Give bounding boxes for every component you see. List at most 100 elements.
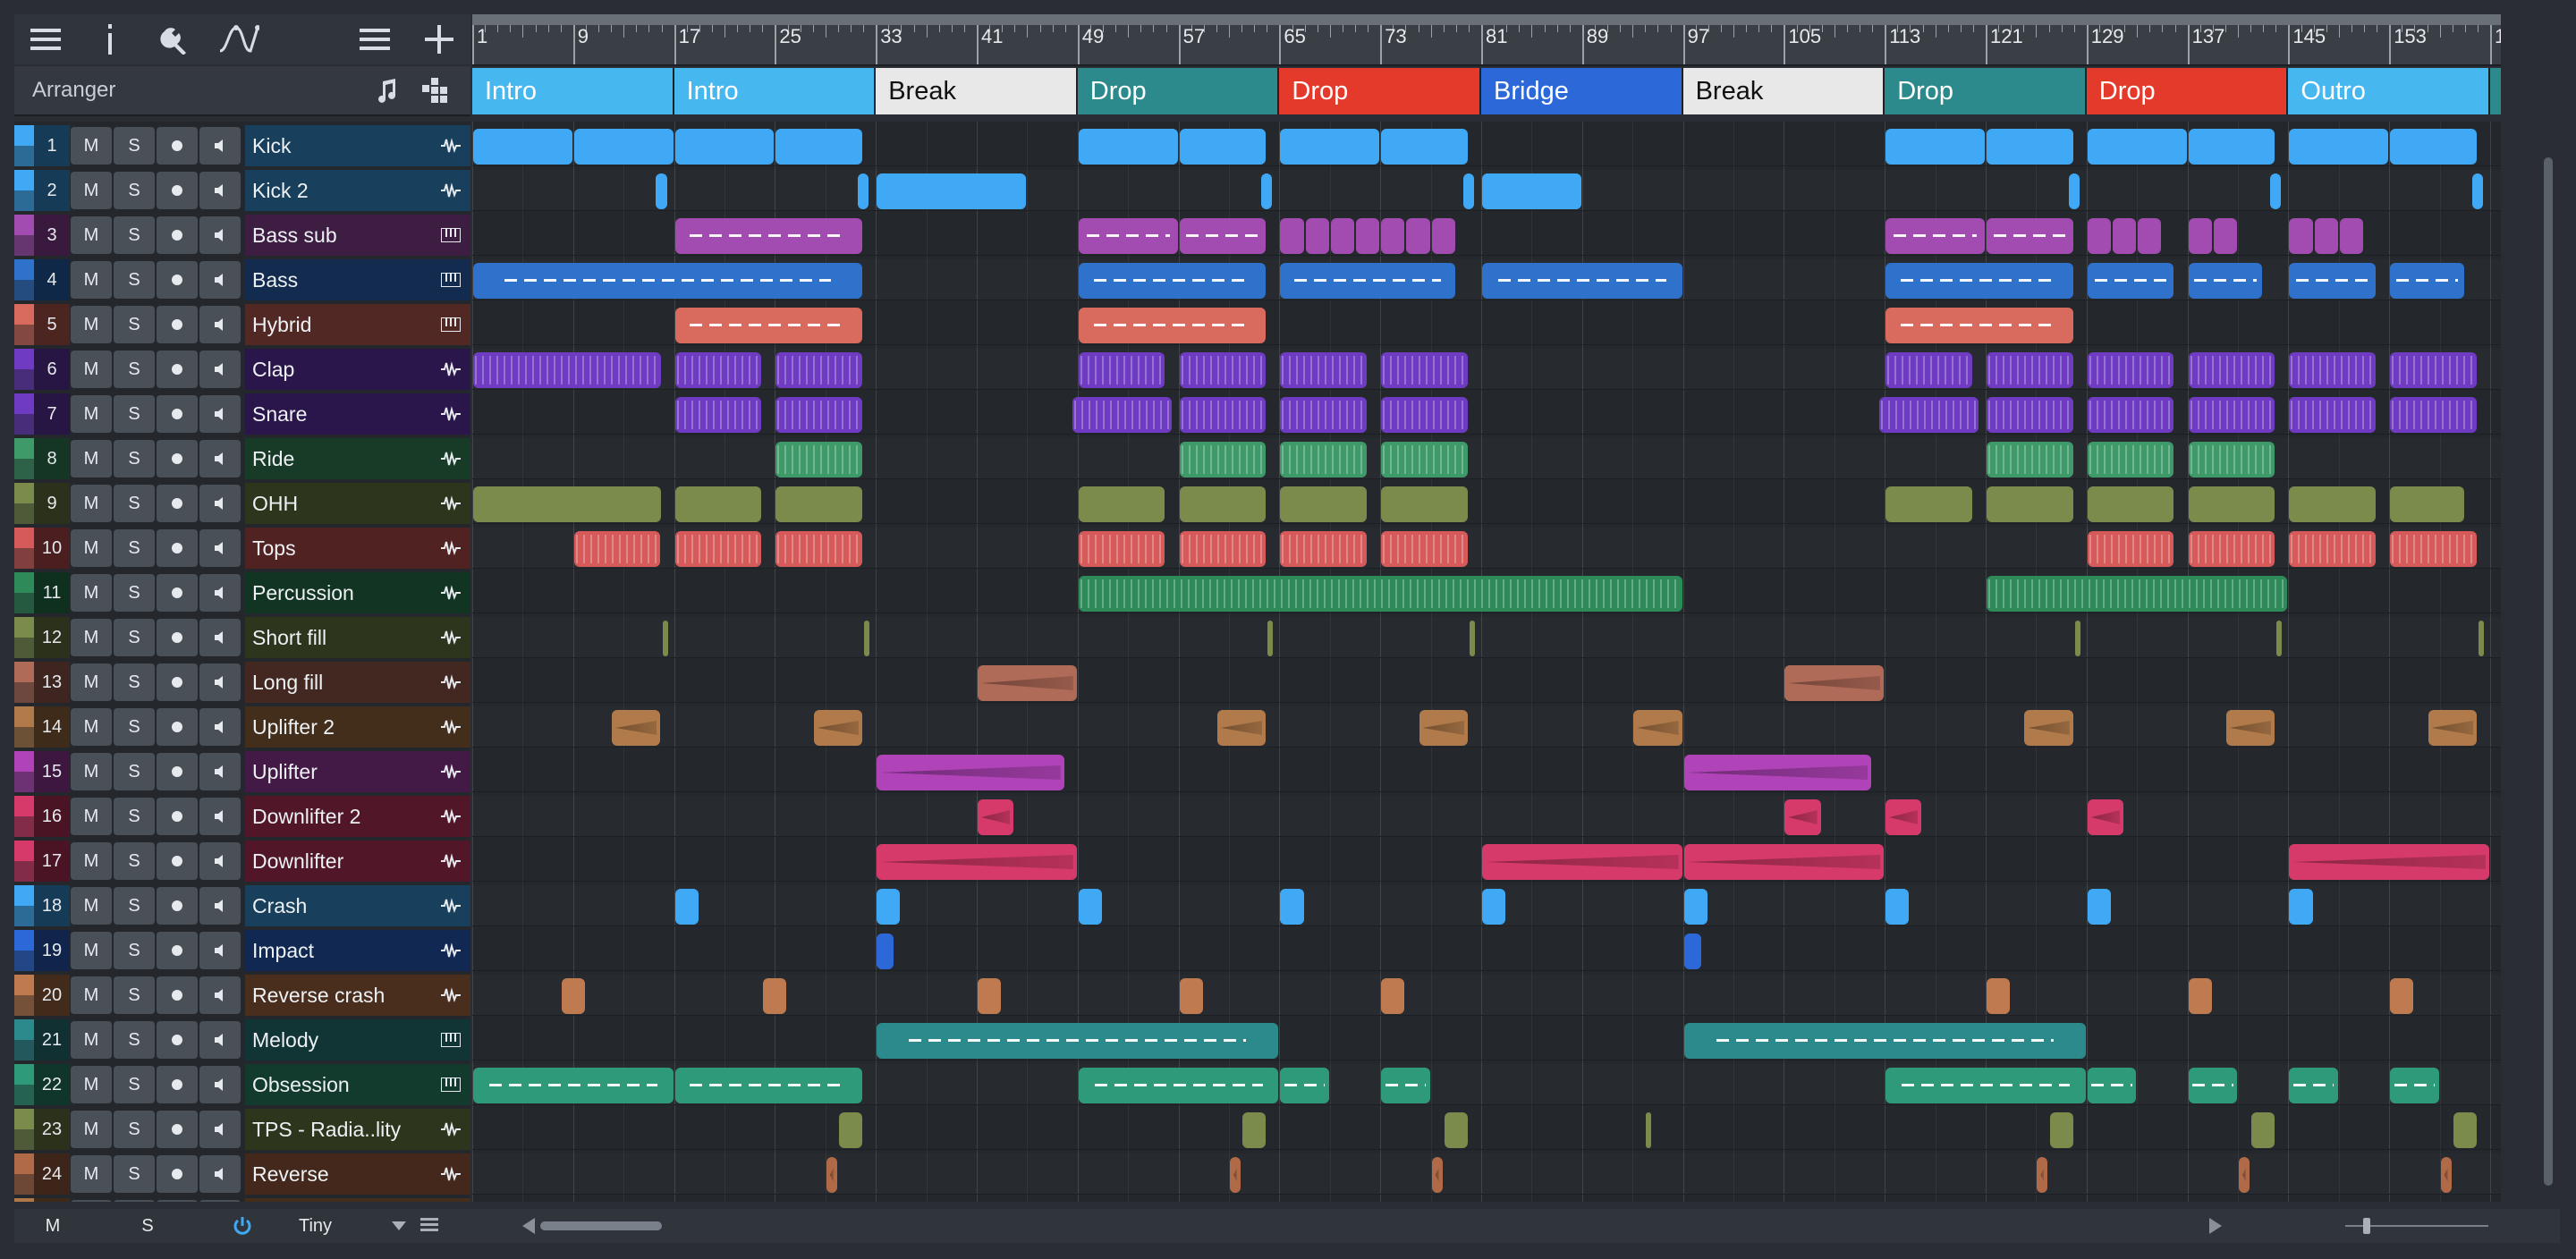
track-row[interactable]: 20 M S Reverse crash [14,975,470,1016]
track-lane[interactable] [472,1019,2501,1060]
clip[interactable] [674,352,762,388]
clip[interactable] [2087,129,2187,165]
automation-icon[interactable] [218,19,259,60]
scroll-left-icon[interactable] [522,1218,535,1234]
track-row[interactable]: 22 M S Obsession [14,1064,470,1105]
record-arm-icon[interactable] [157,619,198,656]
clip[interactable] [1381,397,1468,433]
monitor-icon[interactable] [199,306,241,343]
track-color-swatch[interactable] [14,528,34,569]
mute-button[interactable]: M [71,619,112,656]
record-arm-icon[interactable] [157,1111,198,1148]
clip[interactable] [2289,218,2313,254]
clip[interactable] [1444,1112,1468,1148]
section-break[interactable]: Break [876,68,1078,114]
clip[interactable] [1406,218,1430,254]
clip[interactable] [838,1112,863,1148]
track-name[interactable]: Kick [252,134,291,158]
clip[interactable] [2188,218,2212,254]
clip[interactable] [1683,889,1707,925]
clip[interactable] [1216,710,1267,746]
horizontal-scroll-thumb[interactable] [540,1221,662,1230]
track-name[interactable]: Reverse [252,1162,329,1187]
clip[interactable] [2314,218,2338,254]
clip[interactable] [2339,218,2363,254]
clip[interactable] [2390,129,2477,165]
track-lane[interactable] [472,1198,2501,1202]
track-color-swatch[interactable] [14,841,34,882]
clip[interactable] [2087,397,2174,433]
track-color-swatch[interactable] [14,1019,34,1060]
solo-button[interactable]: S [114,1111,155,1148]
monitor-icon[interactable] [199,529,241,567]
clip[interactable] [2213,218,2237,254]
clip[interactable] [674,397,762,433]
monitor-icon[interactable] [199,172,241,209]
clip[interactable] [1431,218,1455,254]
add-track-icon[interactable] [419,19,460,60]
section-drop[interactable]: Drop [1885,68,2087,114]
clip[interactable] [2074,621,2080,656]
clip[interactable] [1885,799,1922,835]
record-arm-icon[interactable] [157,306,198,343]
clip[interactable] [2049,1112,2073,1148]
zoom-slider[interactable] [2327,1214,2506,1238]
clip[interactable] [2251,1112,2275,1148]
clip[interactable] [2188,531,2275,567]
clip[interactable] [2390,352,2477,388]
track-row[interactable]: 23 M S TPS - Radia..lity [14,1109,470,1150]
track-name-cell[interactable]: Downlifter 2 [245,796,431,837]
mute-button[interactable]: M [71,574,112,612]
solo-button[interactable]: S [114,485,155,522]
track-name-cell[interactable]: Hybrid [245,304,431,345]
solo-button[interactable]: S [114,798,155,835]
track-name[interactable]: Melody [252,1028,318,1052]
track-lane[interactable] [472,1153,2501,1195]
mute-button[interactable]: M [71,976,112,1014]
track-color-swatch[interactable] [14,349,34,390]
track-row[interactable]: 7 M S Snare [14,393,470,435]
arrangement-timeline[interactable] [472,122,2501,1202]
clip[interactable] [2289,1068,2338,1103]
track-row[interactable]: 15 M S Uplifter [14,751,470,792]
menu-icon[interactable] [25,19,66,60]
mute-button[interactable]: M [71,1111,112,1148]
record-arm-icon[interactable] [157,708,198,746]
clip[interactable] [2289,263,2377,299]
clip[interactable] [573,531,661,567]
track-name-cell[interactable]: Legend [245,1198,431,1202]
clip[interactable] [1469,621,1475,656]
track-name[interactable]: Kick 2 [252,179,309,203]
clip[interactable] [1078,486,1165,522]
mute-button[interactable]: M [71,887,112,925]
track-row[interactable]: 17 M S Downlifter [14,841,470,882]
clip[interactable] [1987,352,2073,388]
clip[interactable] [1381,531,1468,567]
clip[interactable] [674,308,863,343]
clip[interactable] [2087,263,2174,299]
clip[interactable] [2239,1157,2250,1193]
clip[interactable] [1885,1068,2086,1103]
clip[interactable] [2289,531,2377,567]
track-lane[interactable] [472,706,2501,748]
section-break[interactable]: Break [1682,68,1885,114]
track-name[interactable]: Snare [252,402,307,427]
clip[interactable] [858,173,869,209]
track-color-swatch[interactable] [14,215,34,256]
clip[interactable] [775,531,863,567]
clip[interactable] [877,755,1064,790]
track-row[interactable]: 21 M S Melody [14,1019,470,1060]
solo-button[interactable]: S [114,351,155,388]
clip[interactable] [2068,173,2080,209]
clip[interactable] [2276,621,2283,656]
clip[interactable] [674,218,863,254]
clip[interactable] [775,397,863,433]
monitor-icon[interactable] [199,440,241,477]
clip[interactable] [473,1068,674,1103]
clip[interactable] [1179,978,1203,1014]
record-arm-icon[interactable] [157,574,198,612]
mute-button[interactable]: M [71,261,112,299]
monitor-icon[interactable] [199,1111,241,1148]
clip[interactable] [1280,1068,1329,1103]
track-row[interactable]: 16 M S Downlifter 2 [14,796,470,837]
